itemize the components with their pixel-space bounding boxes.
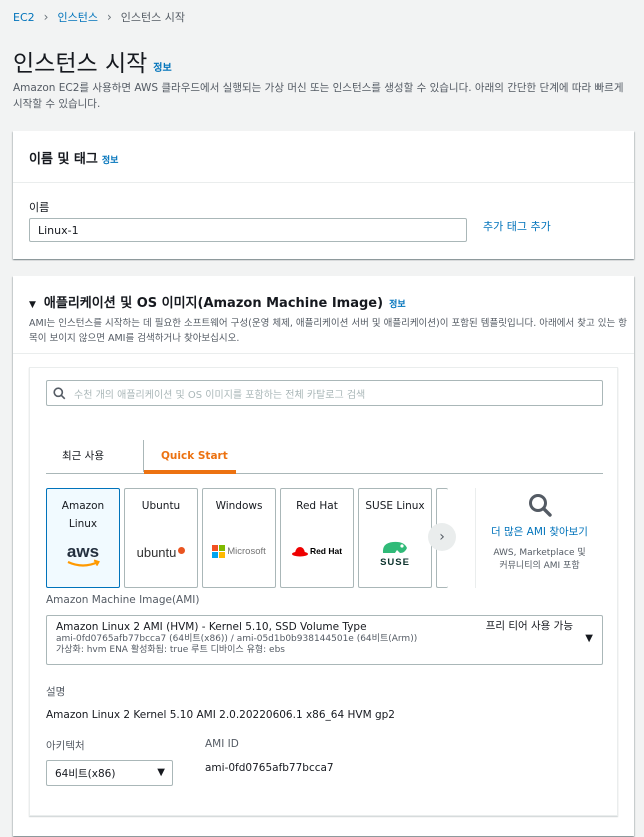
ami-id-value: ami-0fd0765afb77bcca7 xyxy=(205,762,334,774)
breadcrumb-ec2[interactable]: EC2 xyxy=(13,11,35,24)
search-icon xyxy=(53,386,66,399)
chevron-right-icon: › xyxy=(106,10,112,24)
ami-id-label: AMI ID xyxy=(205,738,239,750)
ami-tile-red-hat[interactable]: Red Hat Red Hat xyxy=(280,488,354,588)
description-label: 설명 xyxy=(46,686,66,698)
name-input[interactable]: Linux-1 xyxy=(29,218,467,242)
divider xyxy=(13,353,634,354)
ami-tile-amazon-linux[interactable]: Amazon Linux aws xyxy=(46,488,120,588)
tile-label: SUSE Linux xyxy=(365,500,425,512)
chevron-right-icon: › xyxy=(43,10,49,24)
active-tab-indicator xyxy=(144,470,236,474)
browse-more-amis-link[interactable]: 더 많은 AMI 찾아보기 xyxy=(476,524,603,540)
ami-info-link[interactable]: 정보 xyxy=(389,297,406,310)
name-and-tags-header: 이름 및 태그 정보 xyxy=(13,131,634,183)
ami-selected-meta: 가상화: hvm ENA 활성화됨: true 루트 디바이스 유형: ebs xyxy=(56,645,285,655)
ami-section-description: AMI는 인스턴스를 시작하는 데 필요한 소프트웨어 구성(운영 체제, 애플… xyxy=(29,318,627,344)
tab-recently-used[interactable]: 최근 사용 xyxy=(62,438,104,473)
tile-label: Windows xyxy=(215,500,263,512)
tile-label: Red Hat xyxy=(296,500,338,512)
info-link[interactable]: 정보 xyxy=(153,59,171,74)
free-tier-badge: 프리 티어 사용 가능 xyxy=(485,620,573,632)
application-os-images-panel: ▼ 애플리케이션 및 OS 이미지(Amazon Machine Image) … xyxy=(13,276,634,836)
ami-tile-ubuntu[interactable]: Ubuntu ubuntu xyxy=(124,488,198,588)
add-additional-tags-link[interactable]: 추가 태그 추가 xyxy=(483,218,551,234)
page-description: Amazon EC2를 사용하면 AWS 클라우드에서 실행되는 가상 머신 또… xyxy=(13,82,624,110)
search-icon xyxy=(476,492,603,522)
name-label: 이름 xyxy=(29,201,50,214)
name-info-link[interactable]: 정보 xyxy=(102,153,119,166)
redhat-logo-icon: Red Hat xyxy=(281,545,353,557)
ami-header: ▼ 애플리케이션 및 OS 이미지(Amazon Machine Image) … xyxy=(29,292,629,346)
ubuntu-logo-icon: ubuntu xyxy=(125,545,197,560)
svg-text:aws: aws xyxy=(67,543,99,561)
caret-down-icon: ▼ xyxy=(157,767,165,778)
breadcrumb: EC2 › 인스턴스 › 인스턴스 시작 xyxy=(13,9,185,25)
caret-down-icon[interactable]: ▼ xyxy=(29,300,36,310)
browse-more-amis[interactable]: 더 많은 AMI 찾아보기 AWS, Marketplace 및 커뮤니티의 A… xyxy=(475,488,603,588)
name-and-tags-title: 이름 및 태그 xyxy=(29,152,98,167)
architecture-select[interactable]: 64비트(x86) ▼ xyxy=(46,760,173,786)
ami-selector-container: 수천 개의 애플리케이션 및 OS 이미지를 포함하는 전체 카탈로그 검색 최… xyxy=(29,367,618,816)
chevron-right-icon: › xyxy=(439,529,445,545)
ami-tile-suse-linux[interactable]: SUSE Linux SUSE xyxy=(358,488,432,588)
ami-selected-ids: ami-0fd0765afb77bcca7 (64비트(x86)) / ami-… xyxy=(56,634,418,644)
ami-section-title: 애플리케이션 및 OS 이미지(Amazon Machine Image) xyxy=(43,296,384,311)
ami-tile-windows[interactable]: Windows Microsoft xyxy=(202,488,276,588)
name-and-tags-panel: 이름 및 태그 정보 이름 Linux-1 추가 태그 추가 xyxy=(13,131,634,259)
description-value: Amazon Linux 2 Kernel 5.10 AMI 2.0.20220… xyxy=(46,709,395,721)
browse-more-amis-subtext: AWS, Marketplace 및 커뮤니티의 AMI 포함 xyxy=(493,548,586,571)
tile-label: Amazon Linux xyxy=(61,500,105,530)
architecture-value: 64비트(x86) xyxy=(55,767,116,780)
breadcrumb-current: 인스턴스 시작 xyxy=(120,11,185,24)
microsoft-logo-icon: Microsoft xyxy=(203,545,275,558)
search-placeholder: 수천 개의 애플리케이션 및 OS 이미지를 포함하는 전체 카탈로그 검색 xyxy=(74,389,366,401)
breadcrumb-instances[interactable]: 인스턴스 xyxy=(57,9,97,25)
ami-search-input[interactable]: 수천 개의 애플리케이션 및 OS 이미지를 포함하는 전체 카탈로그 검색 xyxy=(46,380,603,406)
tab-separator xyxy=(143,440,144,472)
page-title-text: 인스턴스 시작 xyxy=(13,51,148,77)
next-arrow-button[interactable]: › xyxy=(428,523,456,551)
ami-tabs: 최근 사용 Quick Start xyxy=(46,438,603,474)
tile-label: Ubuntu xyxy=(141,500,181,512)
caret-down-icon: ▼ xyxy=(585,633,593,644)
ami-select-label: Amazon Machine Image(AMI) xyxy=(46,594,200,606)
suse-logo-icon: SUSE xyxy=(359,539,431,568)
aws-logo-icon: aws xyxy=(47,543,119,569)
architecture-label: 아키텍처 xyxy=(46,740,85,752)
ami-select[interactable]: Amazon Linux 2 AMI (HVM) - Kernel 5.10, … xyxy=(46,615,603,665)
tab-quick-start[interactable]: Quick Start xyxy=(161,438,228,473)
page-title: 인스턴스 시작 정보 xyxy=(13,44,172,78)
